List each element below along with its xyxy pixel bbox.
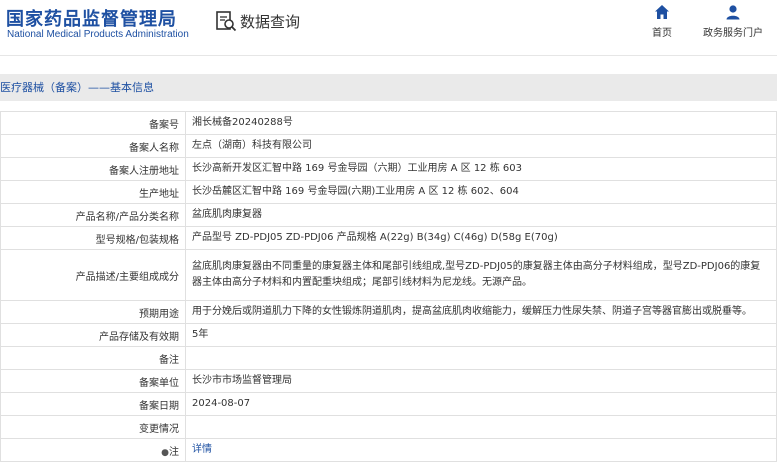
row-value: 盆底肌肉康复器 — [185, 203, 777, 227]
note-label: ●注 — [0, 438, 186, 462]
nav-home[interactable]: 首页 — [646, 4, 678, 39]
table-row: 备案单位 长沙市市场监督管理局 — [0, 369, 777, 393]
detail-table: 备案号 湘长械备20240288号 备案人名称 左点（湖南）科技有限公司 备案人… — [0, 111, 777, 462]
row-label: 产品名称/产品分类名称 — [0, 203, 186, 227]
row-label: 预期用途 — [0, 300, 186, 324]
table-row: 变更情况 — [0, 415, 777, 439]
row-label: 备案号 — [0, 111, 186, 135]
data-query-title: 数据查询 — [215, 8, 300, 34]
row-value: 湘长械备20240288号 — [185, 111, 777, 135]
search-document-icon — [216, 11, 237, 32]
row-value: 盆底肌肉康复器由不同重量的康复器主体和尾部引线组成,型号ZD-PDJ05的康复器… — [185, 249, 777, 301]
row-label: 备案人注册地址 — [0, 157, 186, 181]
table-row: 型号规格/包装规格 产品型号 ZD-PDJ05 ZD-PDJ06 产品规格 A(… — [0, 226, 777, 250]
data-query-label: 数据查询 — [240, 12, 301, 31]
table-row: 备案号 湘长械备20240288号 — [0, 111, 777, 135]
row-value: 用于分娩后或阴道肌力下降的女性锻炼阴道肌肉，提高盆底肌肉收缩能力，缓解压力性尿失… — [185, 300, 777, 324]
logo-title-cn[interactable]: 国家药品监督管理局 — [6, 5, 177, 31]
row-label: 变更情况 — [0, 415, 186, 439]
row-value — [185, 415, 777, 439]
row-label: 生产地址 — [0, 180, 186, 204]
note-label-text: 注 — [169, 446, 179, 458]
row-value: 长沙岳麓区汇智中路 169 号金导园(六期)工业用房 A 区 12 栋 602、… — [185, 180, 777, 204]
section-title: 医疗器械（备案）——基本信息 — [0, 74, 777, 101]
logo-title-en[interactable]: National Medical Products Administration — [7, 29, 189, 40]
table-row: 备案人注册地址 长沙高新开发区汇智中路 169 号金导园（六期）工业用房 A 区… — [0, 157, 777, 181]
table-row: 备案人名称 左点（湖南）科技有限公司 — [0, 134, 777, 158]
pin-icon: ● — [161, 447, 169, 458]
note-value: 详情 — [185, 438, 777, 462]
row-label: 备案人名称 — [0, 134, 186, 158]
table-row: 产品存储及有效期 5年 — [0, 323, 777, 347]
table-row: 产品描述/主要组成成分 盆底肌肉康复器由不同重量的康复器主体和尾部引线组成,型号… — [0, 249, 777, 301]
row-value: 左点（湖南）科技有限公司 — [185, 134, 777, 158]
row-value — [185, 346, 777, 370]
nav-portal[interactable]: 政务服务门户 — [700, 4, 766, 39]
site-header: 国家药品监督管理局 National Medical Products Admi… — [0, 0, 777, 56]
table-row: 生产地址 长沙岳麓区汇智中路 169 号金导园(六期)工业用房 A 区 12 栋… — [0, 180, 777, 204]
row-label: 产品描述/主要组成成分 — [0, 249, 186, 301]
row-value: 长沙市市场监督管理局 — [185, 369, 777, 393]
home-icon — [655, 5, 669, 19]
table-row: 备注 — [0, 346, 777, 370]
table-row: 预期用途 用于分娩后或阴道肌力下降的女性锻炼阴道肌肉，提高盆底肌肉收缩能力，缓解… — [0, 300, 777, 324]
row-label: 产品存储及有效期 — [0, 323, 186, 347]
table-row: 备案日期 2024-08-07 — [0, 392, 777, 416]
table-row-note: ●注 详情 — [0, 438, 777, 462]
row-value: 2024-08-07 — [185, 392, 777, 416]
row-value: 长沙高新开发区汇智中路 169 号金导园（六期）工业用房 A 区 12 栋 60… — [185, 157, 777, 181]
nav-portal-label: 政务服务门户 — [703, 28, 763, 39]
details-link[interactable]: 详情 — [192, 444, 212, 455]
row-label: 备注 — [0, 346, 186, 370]
row-label: 型号规格/包装规格 — [0, 226, 186, 250]
row-value: 产品型号 ZD-PDJ05 ZD-PDJ06 产品规格 A(22g) B(34g… — [185, 226, 777, 250]
nav-home-label: 首页 — [652, 28, 672, 39]
user-icon — [726, 5, 740, 20]
table-row: 产品名称/产品分类名称 盆底肌肉康复器 — [0, 203, 777, 227]
row-label: 备案单位 — [0, 369, 186, 393]
row-label: 备案日期 — [0, 392, 186, 416]
row-value: 5年 — [185, 323, 777, 347]
